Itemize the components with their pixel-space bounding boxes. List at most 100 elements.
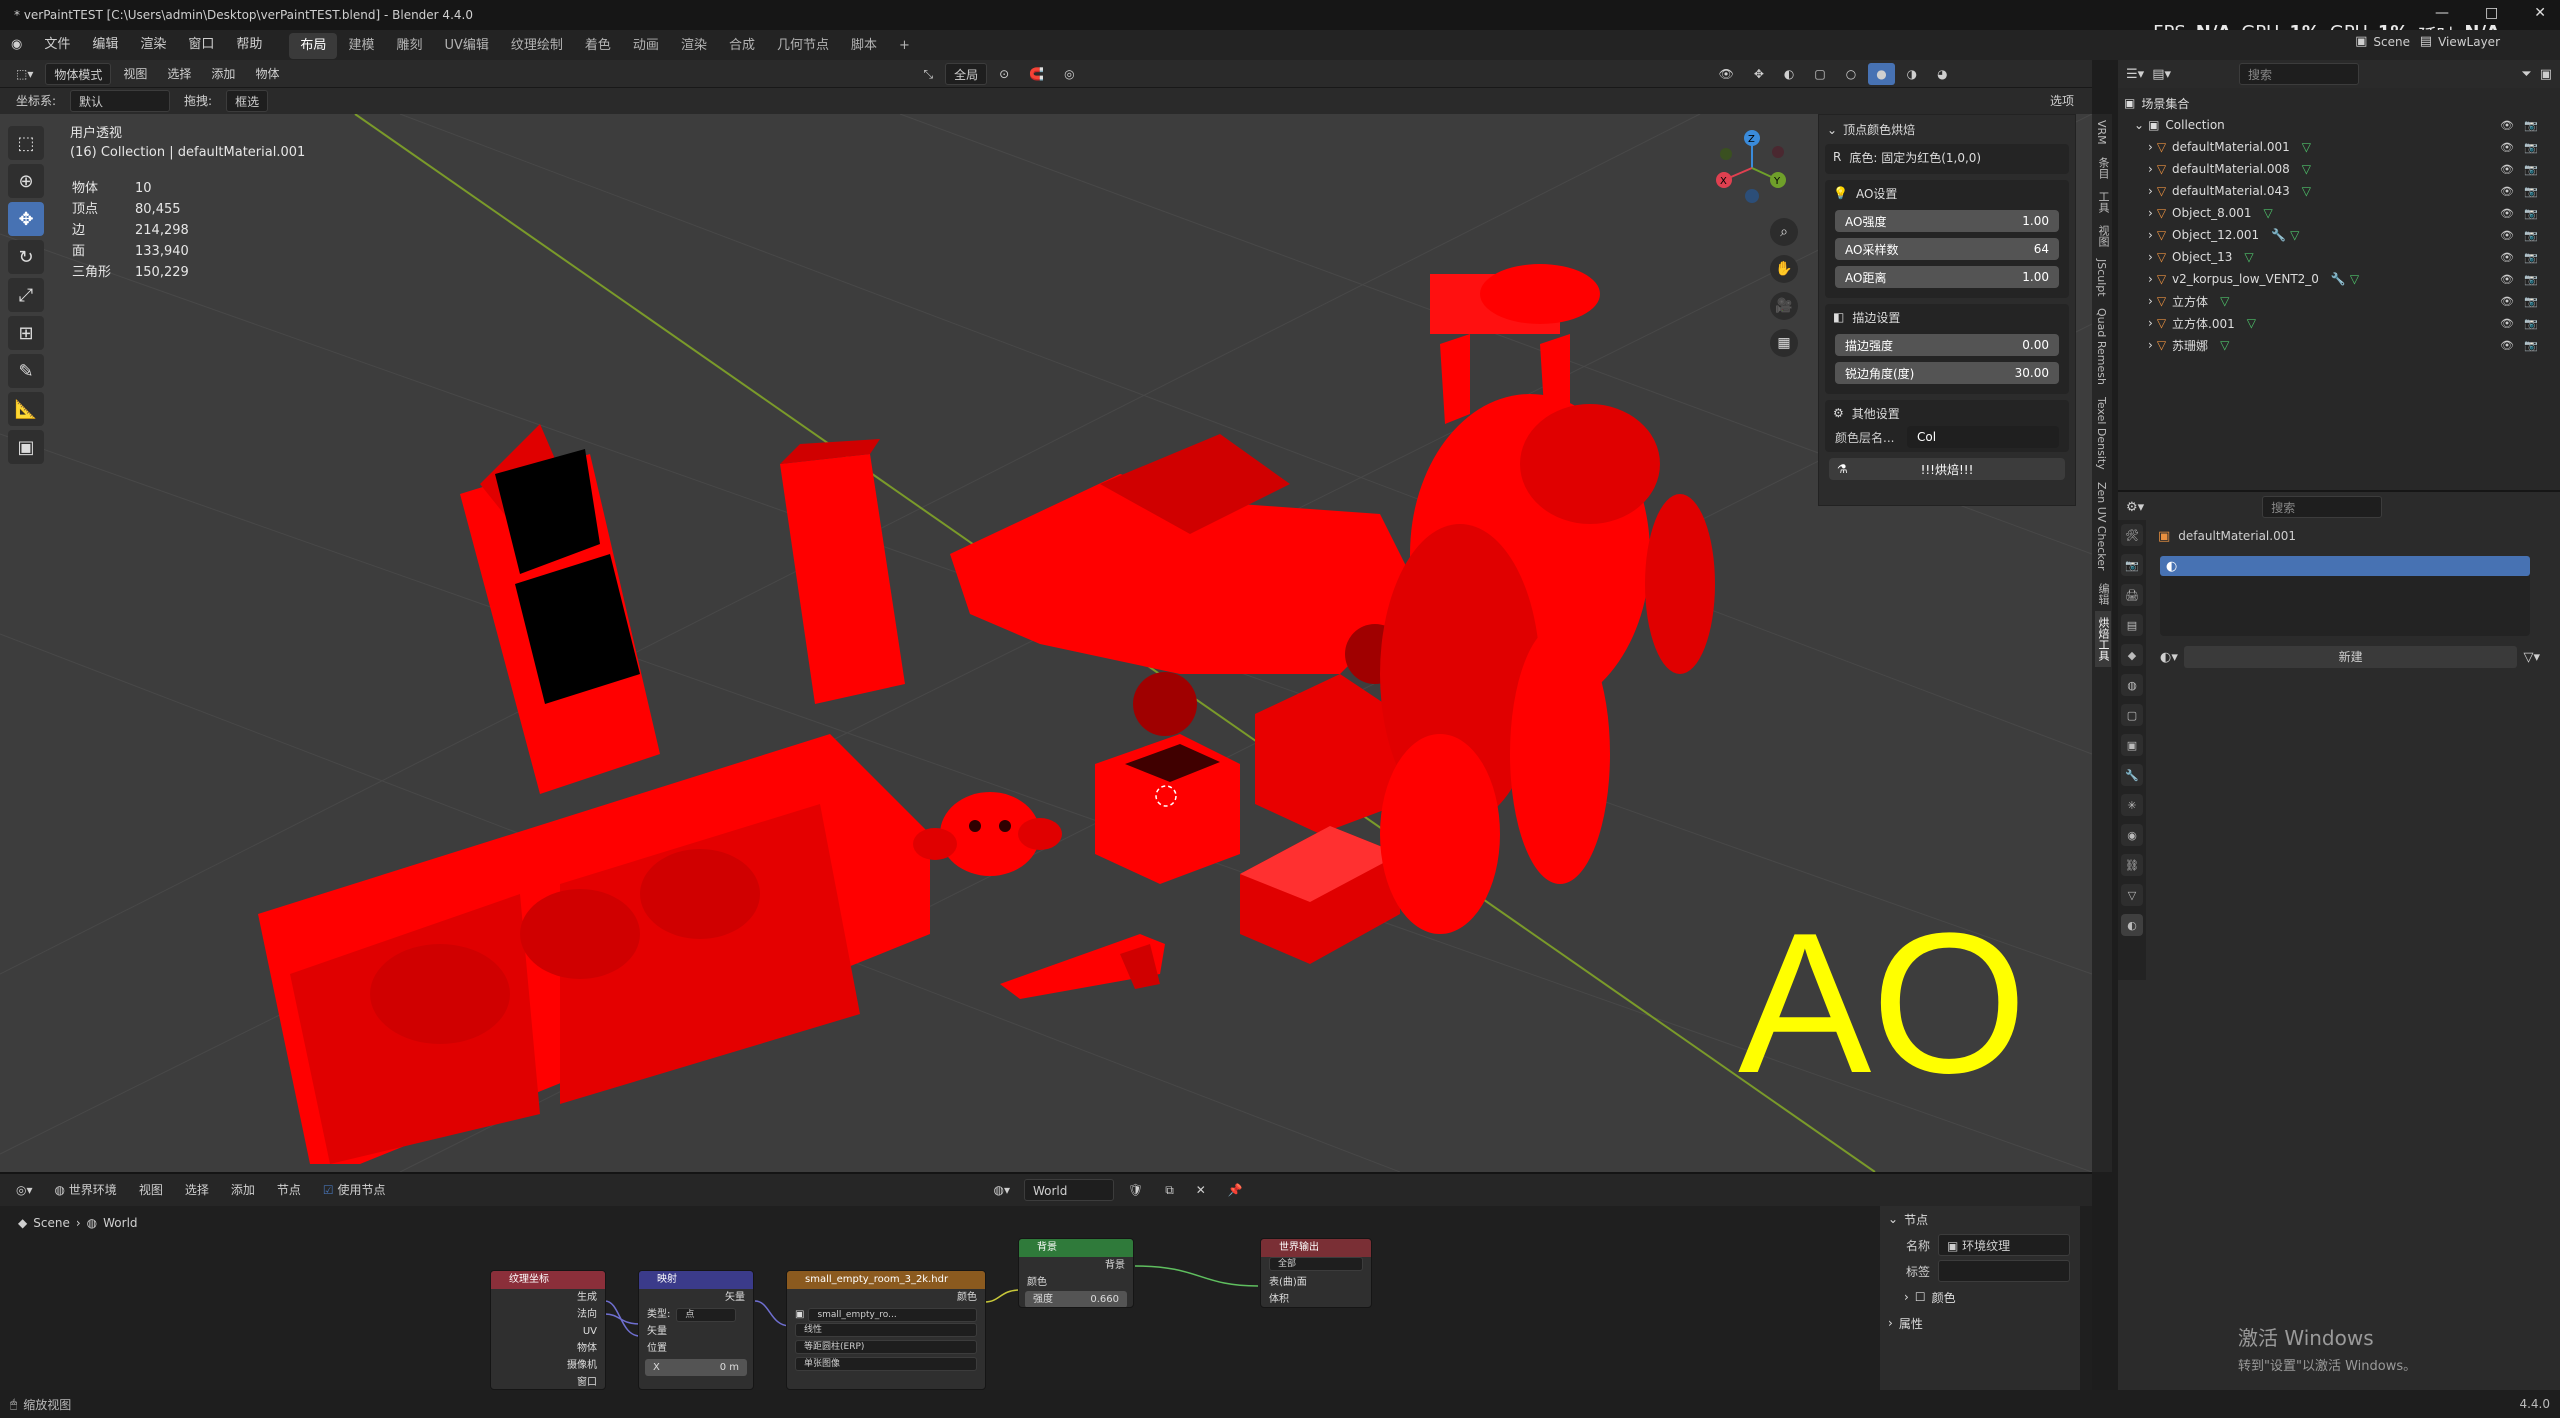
add-cube-icon[interactable]: ▣ [8, 430, 44, 464]
transform-icon[interactable]: ⊞ [8, 316, 44, 350]
options-dropdown[interactable]: 选项 [2042, 90, 2082, 112]
outliner-object-row[interactable]: › ▽ Object_8.001 ▽ 👁 📷 [2124, 202, 2554, 224]
tool-tab-icon[interactable]: 🛠 [2121, 524, 2143, 546]
camera-icon[interactable]: 📷 [2524, 317, 2538, 330]
ao-strength-field[interactable]: AO强度 1.00 [1835, 210, 2059, 232]
duplicate-icon[interactable]: ⧉ [1157, 1179, 1182, 1201]
workspace-tab-modeling[interactable]: 建模 [337, 33, 385, 59]
eye-icon[interactable]: 👁 [2500, 317, 2514, 330]
annotate-icon[interactable]: ✎ [8, 354, 44, 388]
shading-wireframe-icon[interactable]: ○ [1838, 63, 1864, 85]
mode-dropdown[interactable]: 物体模式 [45, 62, 112, 85]
panel-header[interactable]: ⌄ 顶点颜色烘焙 [1819, 115, 2075, 144]
overlay-toggle-icon[interactable]: ◐ [1776, 63, 1802, 85]
scene-selector[interactable]: ▣ Scene [2355, 34, 2410, 49]
shader-type-dropdown[interactable]: ◍ 世界环境 [47, 1179, 125, 1201]
ortho-grid-icon[interactable]: ▦ [1770, 329, 1798, 357]
menu-view[interactable]: 视图 [131, 1179, 171, 1201]
layer-name-input[interactable]: Col [1907, 426, 2059, 448]
physics-tab-icon[interactable]: ◉ [2121, 824, 2143, 846]
menu-select[interactable]: 选择 [159, 63, 199, 85]
snap-icon[interactable]: 🧲 [1021, 63, 1052, 85]
collection-tab-icon[interactable]: ▢ [2121, 704, 2143, 726]
tab-jsculpt[interactable]: JSculpt [2095, 253, 2108, 303]
workspace-tab-layout[interactable]: 布局 [289, 33, 338, 59]
eye-icon[interactable]: 👁 [2500, 339, 2514, 352]
menu-help[interactable]: 帮助 [225, 30, 273, 60]
material-browse-icon[interactable]: ◐▾ [2160, 650, 2178, 665]
projection-dropdown[interactable]: 等距圆柱(ERP) [795, 1340, 977, 1354]
menu-view[interactable]: 视图 [115, 63, 155, 85]
outliner-object-row[interactable]: › ▽ 立方体 ▽ 👁 📷 [2124, 290, 2554, 312]
menu-node[interactable]: 节点 [269, 1179, 309, 1201]
properties-section-header[interactable]: › 属性 [1880, 1310, 2080, 1336]
interpolation-dropdown[interactable]: 线性 [795, 1323, 977, 1337]
world-tab-icon[interactable]: ◍ [2121, 674, 2143, 696]
constraints-tab-icon[interactable]: ⛓ [2121, 854, 2143, 876]
transform-orientation-dropdown[interactable]: 全局 [945, 62, 988, 85]
menu-render[interactable]: 渲染 [129, 30, 177, 60]
measure-icon[interactable]: 📐 [8, 392, 44, 426]
outliner-editor-icon[interactable]: ☰▾ [2126, 67, 2144, 82]
workspace-tab-shading[interactable]: 着色 [574, 33, 622, 59]
viewlayer-selector[interactable]: ▤ ViewLayer [2420, 34, 2500, 49]
material-slots-list[interactable]: ◐ [2160, 556, 2530, 636]
tab-vrm[interactable]: VRM [2095, 114, 2108, 151]
edge-strength-field[interactable]: 描边强度 0.00 [1835, 334, 2059, 356]
xray-icon[interactable]: ▢ [1806, 63, 1833, 85]
outliner-object-row[interactable]: › ▽ 苏珊娜 ▽ 👁 📷 [2124, 334, 2554, 356]
modifier-tab-icon[interactable]: 🔧 [2121, 764, 2143, 786]
new-material-button[interactable]: 新建 [2183, 646, 2518, 668]
tab-texel-density[interactable]: Texel Density [2095, 391, 2108, 476]
strength-field[interactable]: 强度 0.660 [1025, 1291, 1127, 1307]
workspace-tab-geometry-nodes[interactable]: 几何节点 [766, 33, 840, 59]
outliner-object-row[interactable]: › ▽ defaultMaterial.043 ▽ 👁 📷 [2124, 180, 2554, 202]
workspace-tab-animation[interactable]: 动画 [622, 33, 670, 59]
eye-icon[interactable]: 👁 [2500, 251, 2514, 264]
world-name-field[interactable]: World [1023, 1179, 1114, 1201]
particles-tab-icon[interactable]: ✳ [2121, 794, 2143, 816]
menu-window[interactable]: 窗口 [177, 30, 225, 60]
outliner-search[interactable]: 搜索 [2239, 63, 2359, 85]
checkbox-icon[interactable]: ☐ [1915, 1290, 1926, 1304]
minimize-button[interactable]: — [2435, 5, 2449, 21]
menu-edit[interactable]: 编辑 [81, 30, 129, 60]
drag-dropdown[interactable]: 框选 [226, 90, 269, 112]
node-environment-texture[interactable]: small_empty_room_3_2k.hdr 颜色 ▣ small_empt… [786, 1270, 986, 1390]
workspace-tab-scripting[interactable]: 脚本 [840, 33, 888, 59]
tab-tool[interactable]: 工具 [2095, 185, 2111, 219]
camera-icon[interactable]: 📷 [2524, 185, 2538, 198]
workspace-tab-rendering[interactable]: 渲染 [670, 33, 718, 59]
pin-icon[interactable]: 📌 [1220, 1179, 1251, 1201]
add-workspace-button[interactable]: + [888, 33, 921, 59]
data-tab-icon[interactable]: ▽ [2121, 884, 2143, 906]
cursor-icon[interactable]: ⊕ [8, 164, 44, 198]
move-icon[interactable]: ✥ [8, 202, 44, 236]
node-section-header[interactable]: ⌄ 节点 [1880, 1206, 2080, 1232]
sharp-angle-field[interactable]: 锐边角度(度) 30.00 [1835, 362, 2059, 384]
properties-editor-icon[interactable]: ⚙▾ [2126, 500, 2144, 515]
mapping-type-dropdown[interactable]: 点 [676, 1307, 737, 1322]
outliner-object-row[interactable]: › ▽ Object_13 ▽ 👁 📷 [2124, 246, 2554, 268]
ao-samples-field[interactable]: AO采样数 64 [1835, 238, 2059, 260]
eye-icon[interactable]: 👁 [2500, 207, 2514, 220]
scale-icon[interactable]: ⤢ [8, 278, 44, 312]
navigation-gizmo[interactable]: Z X Y [1712, 128, 1792, 208]
node-label-field[interactable] [1938, 1260, 2070, 1282]
camera-icon[interactable]: 📷 [2524, 273, 2538, 286]
select-box-icon[interactable]: ⬚ [8, 126, 44, 160]
new-collection-icon[interactable]: ▣ [2540, 67, 2552, 82]
menu-add[interactable]: 添加 [223, 1179, 263, 1201]
eye-icon[interactable]: 👁 [2500, 273, 2514, 286]
target-dropdown[interactable]: 全部 [1269, 1257, 1363, 1271]
workspace-tab-uv-editing[interactable]: UV编辑 [433, 33, 499, 59]
tab-quad-remesh[interactable]: Quad Remesh [2095, 302, 2108, 391]
menu-select[interactable]: 选择 [177, 1179, 217, 1201]
unlink-icon[interactable]: ✕ [1188, 1179, 1214, 1201]
node-mapping[interactable]: 映射 矢量 类型: 点 矢量 位置 X 0 m [638, 1270, 754, 1390]
pivot-icon[interactable]: ⊙ [991, 63, 1017, 85]
workspace-tab-sculpting[interactable]: 雕刻 [385, 33, 433, 59]
eye-icon[interactable]: 👁 [2500, 141, 2514, 154]
object-tab-icon[interactable]: ▣ [2121, 734, 2143, 756]
view-layer-tab-icon[interactable]: ▤ [2121, 614, 2143, 636]
